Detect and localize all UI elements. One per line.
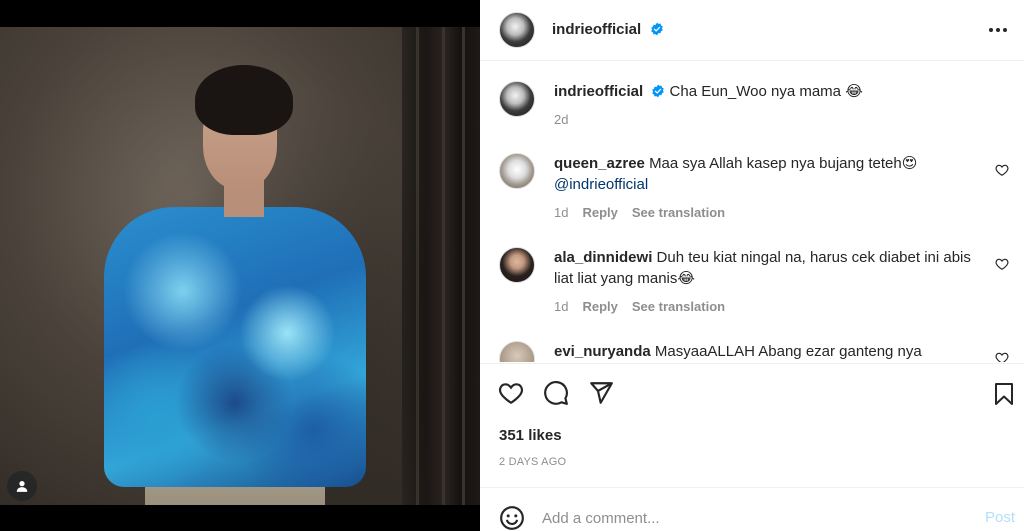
share-icon[interactable] (588, 380, 614, 406)
more-horizontal-icon[interactable] (986, 18, 1010, 42)
comment-body: queen_azree Maa sya Allah kasep nya buja… (554, 153, 1009, 223)
author-name-group: indrieofficial (552, 21, 664, 39)
verified-badge-icon (652, 84, 665, 98)
door-line (442, 27, 445, 505)
comment-row: evi_nuryanda MasyaaALLAH Abang ezar gant… (499, 341, 1009, 362)
likes-count[interactable]: 351 likes (499, 427, 562, 444)
post-media[interactable] (0, 0, 480, 531)
author-avatar[interactable] (499, 12, 535, 48)
comment-body: ala_dinnidewi Duh teu kiat ningal na, ha… (554, 247, 1009, 317)
caption-text: Cha Eun_Woo nya mama (669, 83, 842, 100)
person-hair (195, 65, 293, 135)
post-button[interactable]: Post (985, 509, 1015, 526)
add-comment-bar: Post (480, 487, 1024, 531)
comment-body: evi_nuryanda MasyaaALLAH Abang ezar gant… (554, 341, 1009, 362)
comment-mention[interactable]: @indrieofficial (554, 176, 648, 193)
comment-icon[interactable] (543, 380, 569, 406)
commenter-avatar[interactable] (499, 153, 535, 189)
comment-like-heart-icon[interactable] (995, 163, 1009, 177)
heart-icon[interactable] (498, 380, 524, 406)
verified-badge-icon (650, 22, 663, 36)
commenter-avatar[interactable] (499, 247, 535, 283)
comment-like-heart-icon[interactable] (995, 351, 1009, 362)
instagram-post-modal: indrieofficial indrieofficial Cha Eun_Wo… (0, 0, 1024, 531)
comment-meta: 1d Reply See translation (554, 202, 981, 223)
reply-button[interactable]: Reply (582, 296, 617, 317)
person-sweater (104, 207, 366, 487)
comment-emoji: 😍 (901, 155, 918, 172)
post-side-panel: indrieofficial indrieofficial Cha Eun_Wo… (480, 0, 1024, 531)
comment-time[interactable]: 1d (554, 296, 568, 317)
reply-button[interactable]: Reply (582, 202, 617, 223)
caption-username[interactable]: indrieofficial (554, 83, 643, 100)
post-photo (0, 27, 480, 505)
author-avatar[interactable] (499, 81, 535, 117)
comment-text: Maa sya Allah kasep nya bujang teteh (649, 155, 902, 172)
see-translation-button[interactable]: See translation (632, 202, 725, 223)
comment-like-heart-icon[interactable] (995, 257, 1009, 271)
comment-row: queen_azree Maa sya Allah kasep nya buja… (499, 153, 1009, 223)
comment-text: MasyaaALLAH Abang ezar ganteng nya (654, 343, 922, 360)
user-tag-icon[interactable] (7, 471, 37, 501)
comment-meta: 1d Reply See translation (554, 296, 981, 317)
caption-row: indrieofficial Cha Eun_Woo nya mama 😂 2d (499, 81, 1009, 130)
post-actions: 351 likes 2 DAYS AGO (480, 363, 1024, 487)
comments-list[interactable]: indrieofficial Cha Eun_Woo nya mama 😂 2d (480, 62, 1024, 362)
see-translation-button[interactable]: See translation (632, 296, 725, 317)
bookmark-icon[interactable] (992, 382, 1016, 406)
comment-username[interactable]: queen_azree (554, 155, 645, 172)
comment-username[interactable]: ala_dinnidewi (554, 249, 652, 266)
action-icons (498, 380, 614, 406)
author-username[interactable]: indrieofficial (552, 21, 641, 38)
caption-emoji: 😂 (845, 83, 863, 100)
post-timestamp[interactable]: 2 DAYS AGO (499, 456, 566, 468)
door-line (462, 27, 465, 505)
caption-meta: 2d (554, 109, 981, 130)
comment-input[interactable] (542, 505, 962, 531)
caption-time[interactable]: 2d (554, 109, 568, 130)
comment-row: ala_dinnidewi Duh teu kiat ningal na, ha… (499, 247, 1009, 317)
post-header: indrieofficial (480, 0, 1024, 61)
comment-username[interactable]: evi_nuryanda (554, 343, 651, 360)
comment-time[interactable]: 1d (554, 202, 568, 223)
emoji-icon[interactable] (499, 505, 525, 531)
commenter-avatar[interactable] (499, 341, 535, 362)
caption-body: indrieofficial Cha Eun_Woo nya mama 😂 2d (554, 81, 1009, 130)
comment-emoji: 😂 (677, 270, 695, 287)
